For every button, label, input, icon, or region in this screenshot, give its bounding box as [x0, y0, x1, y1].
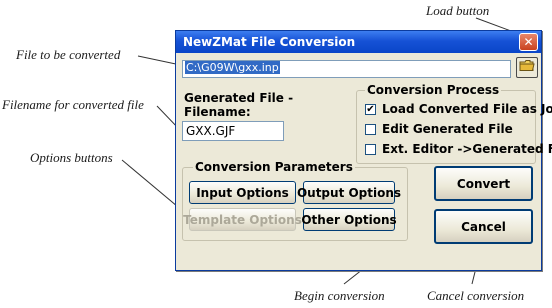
annotation-begin-conversion: Begin conversion [294, 288, 385, 303]
conversion-process-group: Conversion Process ✔ Load Converted File… [356, 83, 552, 164]
file-to-convert-input[interactable]: C:\G09W\gxx.inp [182, 60, 511, 78]
generated-file-label-line2: Filename: [184, 105, 251, 119]
conversion-parameters-title: Conversion Parameters [193, 160, 355, 174]
close-icon: ✕ [523, 35, 534, 49]
convert-button[interactable]: Convert [434, 166, 533, 201]
annotation-filename-for-converted-file: Filename for converted file [2, 97, 144, 112]
edit-generated-file-checkbox[interactable]: Edit Generated File [365, 122, 513, 136]
load-button[interactable] [516, 57, 538, 78]
load-converted-file-checkbox[interactable]: ✔ Load Converted File as Job [365, 102, 552, 116]
ext-editor-checkbox[interactable]: Ext. Editor ->Generated File [365, 142, 552, 156]
template-options-button[interactable]: Template Options [183, 208, 302, 231]
close-button[interactable]: ✕ [519, 33, 538, 51]
checkbox-unchecked-icon [365, 143, 376, 155]
edit-generated-file-label: Edit Generated File [382, 122, 513, 136]
annotation-options-buttons: Options buttons [30, 150, 113, 165]
folder-icon [519, 59, 535, 77]
input-options-button[interactable]: Input Options [189, 181, 296, 204]
cancel-button[interactable]: Cancel [434, 209, 533, 244]
file-path-value: C:\G09W\gxx.inp [185, 61, 280, 74]
checkbox-unchecked-icon [365, 123, 376, 135]
annotation-load-button: Load button [426, 3, 490, 18]
checkbox-checked-icon: ✔ [365, 103, 376, 115]
generated-filename-input[interactable]: GXX.GJF [182, 121, 284, 141]
annotation-file-to-be-converted: File to be converted [16, 47, 121, 62]
generated-file-label-line1: Generated File - [184, 91, 294, 105]
annotation-cancel-conversion: Cancel conversion [427, 288, 525, 303]
ext-editor-label: Ext. Editor ->Generated File [382, 142, 552, 156]
output-options-button[interactable]: Output Options [297, 181, 401, 204]
title-bar[interactable]: NewZMat File Conversion ✕ [176, 31, 541, 53]
conversion-process-title: Conversion Process [365, 83, 502, 97]
load-converted-file-label: Load Converted File as Job [382, 102, 552, 116]
window-title: NewZMat File Conversion [183, 35, 356, 49]
other-options-button[interactable]: Other Options [301, 208, 397, 231]
file-conversion-dialog: NewZMat File Conversion ✕ C:\G09W\gxx.in… [175, 30, 552, 271]
